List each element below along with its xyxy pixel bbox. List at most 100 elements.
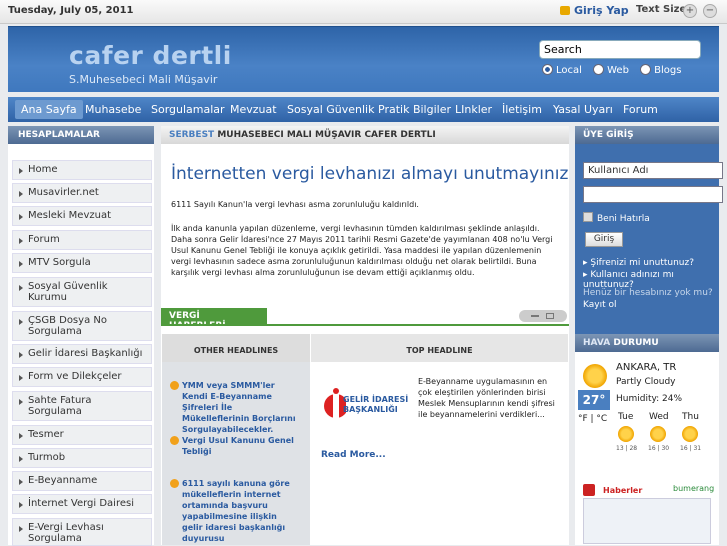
sidebar-item-turmob[interactable]: Turmob xyxy=(12,448,152,468)
sun-icon xyxy=(682,426,698,442)
weather-city: ANKARA, TR xyxy=(616,362,677,373)
article-paragraph-1: 6111 Sayılı Kanun'la vergi levhası asma … xyxy=(171,200,419,209)
forecast-range: 16 | 30 xyxy=(648,445,670,452)
gib-logo[interactable]: GELİR İDARESİ BAŞKANLIĞI xyxy=(321,380,409,432)
remember-me-checkbox[interactable]: Beni Hatırla xyxy=(583,212,650,224)
window-controls[interactable] xyxy=(519,310,567,322)
nav-pratik-bilgiler[interactable]: Pratik Bilgiler xyxy=(378,103,451,116)
login-link-label: Giriş Yap xyxy=(574,4,629,17)
sidebar-item-forum[interactable]: Forum xyxy=(12,230,152,250)
sun-icon xyxy=(618,426,634,442)
news-item[interactable]: 6111 sayılı kanuna göre mükelleflerin in… xyxy=(170,478,300,544)
site-header: cafer dertli S.Muhesebeci Mali Müşavir S… xyxy=(8,26,719,92)
register-link[interactable]: Kayıt ol xyxy=(583,300,616,310)
other-headlines-panel: OTHER HEADLINES YMM veya SMMM'ler Kendi … xyxy=(162,334,310,545)
nav-iletisim[interactable]: İletişim xyxy=(502,103,542,116)
sidebar-item-form-dilekce[interactable]: Form ve Dilekçeler xyxy=(12,367,152,387)
forgot-username-link[interactable]: ▸ Kullanıcı adınızı mı unuttunuz? xyxy=(583,270,719,290)
weather-title-b: DURUMU xyxy=(613,338,659,348)
forecast-day: Tue xyxy=(618,412,634,422)
forgot-password-link[interactable]: ▸ Şifrenizi mi unuttunuz? xyxy=(583,258,694,268)
sidebar-item-csgb[interactable]: ÇSGB Dosya No Sorgulama xyxy=(12,311,152,341)
gib-logo-text: GELİR İDARESİ BAŞKANLIĞI xyxy=(343,395,409,414)
partner-feed xyxy=(583,498,711,544)
password-field[interactable] xyxy=(583,186,723,203)
login-link[interactable]: Giriş Yap xyxy=(560,4,629,17)
site-subtitle: S.Muhesebeci Mali Müşavir xyxy=(69,73,218,86)
weather-title-a: HAVA xyxy=(583,338,611,348)
minimize-icon[interactable] xyxy=(531,315,539,317)
content-header: SERBEST MUHASEBECI MALI MÜŞAVIR CAFER DE… xyxy=(161,126,569,144)
weather-title: HAVA DURUMU xyxy=(575,334,719,352)
nav-ana-sayfa[interactable]: Ana Sayfa xyxy=(15,100,83,119)
text-size-decrease-button[interactable]: − xyxy=(703,4,717,18)
login-button[interactable]: Giriş xyxy=(585,232,623,247)
temperature-value: 27° xyxy=(578,390,610,410)
maximize-icon[interactable] xyxy=(546,313,554,319)
forecast-range: 16 | 31 xyxy=(680,445,702,452)
other-headlines-title: OTHER HEADLINES xyxy=(162,334,310,362)
bullet-icon xyxy=(170,479,179,488)
tab-vergi-haberleri[interactable]: VERGİ HABERLERİ xyxy=(161,308,267,331)
nav-sorgulamalar[interactable]: Sorgulamalar xyxy=(151,103,225,116)
search-scope: Local Web Blogs xyxy=(542,64,689,76)
sidebar-item-ivd[interactable]: İnternet Vergi Dairesi xyxy=(12,494,152,514)
search-input[interactable]: Search xyxy=(539,40,701,59)
forecast-day: Thu xyxy=(682,412,699,422)
sidebar-item-mtv-sorgula[interactable]: MTV Sorgula xyxy=(12,253,152,273)
top-headline-panel: TOP HEADLINE GELİR İDARESİ BAŞKANLIĞI E-… xyxy=(311,334,568,545)
top-bar: Tuesday, July 05, 2011 Giriş Yap Text Si… xyxy=(0,0,727,24)
sidebar-item-e-beyanname[interactable]: E-Beyanname xyxy=(12,471,152,491)
read-more-link[interactable]: Read More... xyxy=(321,450,386,460)
bumerang-link[interactable]: bumerang xyxy=(673,484,714,493)
nav-linkler[interactable]: LInkler xyxy=(455,103,492,116)
news-item[interactable]: YMM veya SMMM'ler Kendi E-Beyanname Şifr… xyxy=(170,380,300,435)
sidebar-item-e-vergi-levhasi[interactable]: E-Vergi Levhası Sorgulama xyxy=(12,518,152,546)
nav-sosyal-guvenlik[interactable]: Sosyal Güvenlik xyxy=(287,103,374,116)
no-account-text: Henüz bir hesabınız yok mu? xyxy=(583,288,713,298)
nav-mevzuat[interactable]: Mevzuat xyxy=(230,103,277,116)
date-label: Tuesday, July 05, 2011 xyxy=(8,5,134,16)
sidebar-item-gib[interactable]: Gelir İdaresi Başkanlığı xyxy=(12,344,152,364)
username-field[interactable]: Kullanıcı Adı xyxy=(583,162,723,179)
right-sidebar: ÜYE GİRİŞ Kullanıcı Adı Beni Hatırla Gir… xyxy=(575,126,723,545)
nav-forum[interactable]: Forum xyxy=(623,103,658,116)
unit-toggle[interactable]: °F | °C xyxy=(578,414,607,424)
radio-local[interactable]: Local xyxy=(542,64,582,76)
sidebar-item-sahte-fatura[interactable]: Sahte Fatura Sorgulama xyxy=(12,391,152,421)
radio-label: Local xyxy=(556,65,582,76)
news-item[interactable]: Vergi Usul Kanunu Genel Tebliği xyxy=(170,435,300,457)
checkbox-icon xyxy=(583,212,593,222)
nav-muhasebe[interactable]: Muhasebe xyxy=(85,103,141,116)
text-size-label: Text Size xyxy=(636,4,687,15)
text-size-increase-button[interactable]: + xyxy=(683,4,697,18)
weather-humidity: Humidity: 24% xyxy=(616,394,683,404)
forecast-day: Wed xyxy=(649,412,669,422)
sidebar-item-tesmer[interactable]: Tesmer xyxy=(12,425,152,445)
sidebar-item-mesleki-mevzuat[interactable]: Mesleki Mevzuat xyxy=(12,206,152,226)
radio-label: Blogs xyxy=(654,65,682,76)
article-paragraph-2: İlk anda kanunla yapılan düzenleme, verg… xyxy=(171,224,553,277)
news-item-label: YMM veya SMMM'ler Kendi E-Beyanname Şifr… xyxy=(182,381,296,434)
site-name[interactable]: cafer dertli xyxy=(69,41,232,70)
radio-dot-icon xyxy=(542,64,553,75)
sidebar-item-musavirler[interactable]: Musavirler.net xyxy=(12,183,152,203)
bullet-icon xyxy=(170,436,179,445)
top-headline-title: TOP HEADLINE xyxy=(311,334,568,362)
weather-widget: HAVA DURUMU 27° ANKARA, TR Partly Cloudy… xyxy=(575,334,719,545)
forgot-password-label: Şifrenizi mi unuttunuz? xyxy=(590,258,695,268)
tab-underline xyxy=(161,324,569,326)
left-sidebar: HESAPLAMALAR Home Musavirler.net Mesleki… xyxy=(8,126,154,546)
radio-blogs[interactable]: Blogs xyxy=(640,64,681,76)
article-headline[interactable]: İnternetten vergi levhanızı almayı unutm… xyxy=(171,164,568,184)
sidebar-item-home[interactable]: Home xyxy=(12,160,152,180)
top-headline-text: E-Beyanname uygulamasının en çok eleştir… xyxy=(418,377,555,419)
haberler-link[interactable]: Haberler xyxy=(603,486,642,495)
sun-icon xyxy=(650,426,666,442)
radio-web[interactable]: Web xyxy=(593,64,629,76)
sidebar-item-sgk[interactable]: Sosyal Güvenlik Kurumu xyxy=(12,277,152,307)
lock-icon xyxy=(560,6,570,15)
haberler-logo-icon[interactable] xyxy=(583,484,595,496)
nav-yasal-uyari[interactable]: Yasal Uyarı xyxy=(553,103,613,116)
radio-dot-icon xyxy=(593,64,605,75)
